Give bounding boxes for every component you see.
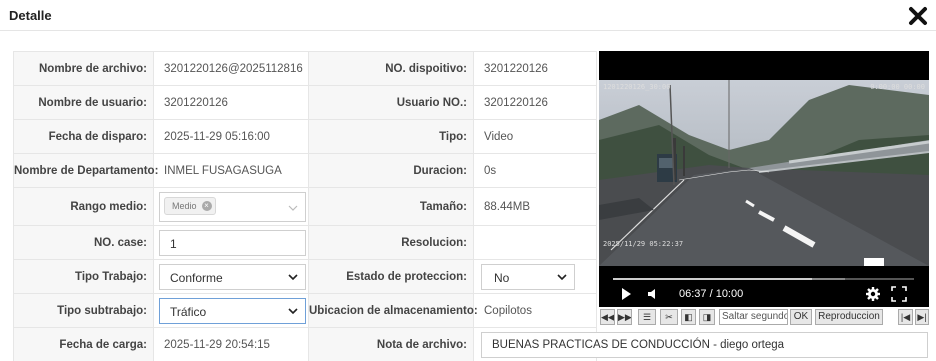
- nota-archivo-label: Nota de archivo:: [308, 327, 474, 361]
- seek-seconds-input[interactable]: Saltar segundos: [719, 309, 788, 325]
- chevron-down-icon: [288, 205, 298, 211]
- detail-table: Nombre de archivo: 3201220126@2025112816…: [13, 51, 597, 361]
- frame-forward-icon[interactable]: ◨: [699, 309, 715, 325]
- tamano-label: Tamaño:: [308, 187, 474, 226]
- fecha-disparo-value: 2025-11-29 05:16:00: [153, 119, 309, 154]
- no-case-input[interactable]: 1: [159, 229, 306, 256]
- table-row: Rango medio: Medio × Tamaño: 88.44MB: [13, 187, 597, 226]
- table-row: NO. case: 1 Resolucion:: [13, 225, 597, 260]
- rewind-icon[interactable]: ◀◀: [600, 309, 615, 325]
- usuario-no-label: Usuario NO.:: [308, 85, 474, 120]
- video-overlay-id: 1201220126_30:00: [603, 83, 671, 91]
- volume-icon[interactable]: [646, 287, 660, 301]
- ubicacion-value: Copilotos: [473, 293, 597, 328]
- estado-proteccion-select[interactable]: No: [481, 263, 575, 290]
- close-icon[interactable]: [908, 6, 928, 26]
- duracion-label: Duracion:: [308, 153, 474, 188]
- fecha-carga-value: 2025-11-29 20:54:15: [153, 327, 309, 361]
- video-frame[interactable]: 1201220126_30:00 0:00:00 00:00 2025/11/2…: [599, 80, 929, 266]
- fecha-carga-label: Fecha de carga:: [13, 327, 154, 361]
- rango-medio-label: Rango medio:: [13, 187, 154, 226]
- no-case-value: 1: [170, 236, 177, 251]
- resolucion-value: [473, 225, 597, 260]
- remove-tag-icon[interactable]: ×: [201, 200, 212, 211]
- fecha-disparo-label: Fecha de disparo:: [13, 119, 154, 154]
- table-row: Nombre de Departamento: INMEL FUSAGASUGA…: [13, 153, 597, 188]
- departamento-label: Nombre de Departamento:: [13, 153, 158, 188]
- tipo-trabajo-value: Conforme: [170, 270, 223, 285]
- playback-button[interactable]: Reproduccion: [815, 309, 883, 325]
- nombre-usuario-value: 3201220126: [153, 85, 309, 120]
- tipo-label: Tipo:: [308, 119, 474, 154]
- nombre-archivo-value: 3201220126@2025112816: [153, 51, 309, 86]
- tipo-subtrabajo-select[interactable]: Tráfico: [159, 297, 306, 324]
- no-dispositivo-label: NO. dispoitivo:: [308, 51, 474, 86]
- ubicacion-label: Ubicacion de almacenamiento:: [308, 293, 478, 328]
- fullscreen-icon[interactable]: [891, 286, 907, 302]
- table-row: Tipo Trabajo: Conforme Estado de protecc…: [13, 259, 597, 294]
- video-progress-fill: [613, 278, 812, 280]
- chevron-down-icon: [288, 307, 298, 314]
- list-icon[interactable]: ☰: [638, 309, 656, 325]
- video-progress-bar[interactable]: [613, 278, 914, 280]
- tamano-value: 88.44MB: [473, 187, 597, 226]
- chevron-down-icon: [288, 273, 298, 280]
- gear-icon[interactable]: [865, 286, 881, 302]
- tipo-trabajo-select[interactable]: Conforme: [159, 263, 306, 290]
- usuario-no-value: 3201220126: [473, 85, 597, 120]
- rango-medio-tag: Medio ×: [164, 196, 216, 215]
- table-row: Tipo subtrabajo: Tráfico Ubicacion de al…: [13, 293, 597, 328]
- estado-proteccion-label: Estado de proteccion:: [308, 259, 474, 294]
- video-overlay-datetime: 2025/11/29 05:22:37: [603, 240, 684, 248]
- video-player[interactable]: 1201220126_30:00 0:00:00 00:00 2025/11/2…: [599, 51, 929, 307]
- resolucion-label: Resolucion:: [308, 225, 474, 260]
- video-time: 06:37 / 10:00: [679, 288, 744, 300]
- play-icon[interactable]: [619, 287, 633, 301]
- skip-end-icon[interactable]: ▶|: [915, 309, 929, 325]
- ok-button[interactable]: OK: [790, 309, 812, 325]
- player-toolbar: ◀◀ ▶▶ ☰ ✂ ◧ ◨ Saltar segundos OK Reprodu…: [599, 308, 929, 326]
- table-row: Nombre de usuario: 3201220126 Usuario NO…: [13, 85, 597, 120]
- tipo-subtrabajo-value: Tráfico: [170, 304, 207, 319]
- nombre-usuario-label: Nombre de usuario:: [13, 85, 154, 120]
- departamento-value: INMEL FUSAGASUGA: [153, 153, 309, 188]
- video-still: [599, 80, 929, 266]
- frame-back-icon[interactable]: ◧: [681, 309, 696, 325]
- nombre-archivo-label: Nombre de archivo:: [13, 51, 154, 86]
- tipo-trabajo-label: Tipo Trabajo:: [13, 259, 154, 294]
- dialog-title: Detalle: [9, 8, 52, 23]
- rango-medio-tag-label: Medio: [172, 200, 197, 211]
- estado-proteccion-value: No: [494, 270, 510, 285]
- dialog-header: Detalle: [0, 0, 936, 31]
- tipo-subtrabajo-label: Tipo subtrabajo:: [13, 293, 154, 328]
- scissors-icon[interactable]: ✂: [660, 309, 678, 325]
- no-case-label: NO. case:: [13, 225, 154, 260]
- tipo-value: Video: [473, 119, 597, 154]
- table-row: Nombre de archivo: 3201220126@2025112816…: [13, 51, 597, 86]
- nota-archivo-input[interactable]: BUENAS PRACTICAS DE CONDUCCIÓN - diego o…: [481, 332, 928, 358]
- duracion-value: 0s: [473, 153, 597, 188]
- table-row: Fecha de disparo: 2025-11-29 05:16:00 Ti…: [13, 119, 597, 154]
- skip-start-icon[interactable]: |◀: [898, 309, 913, 325]
- chevron-down-icon: [557, 273, 567, 280]
- fast-forward-icon[interactable]: ▶▶: [617, 309, 632, 325]
- nota-archivo-value: BUENAS PRACTICAS DE CONDUCCIÓN - diego o…: [492, 339, 785, 351]
- video-overlay-top-right: 0:00:00 00:00: [870, 83, 925, 91]
- rango-medio-select[interactable]: Medio ×: [159, 191, 306, 222]
- no-dispositivo-value: 3201220126: [473, 51, 597, 86]
